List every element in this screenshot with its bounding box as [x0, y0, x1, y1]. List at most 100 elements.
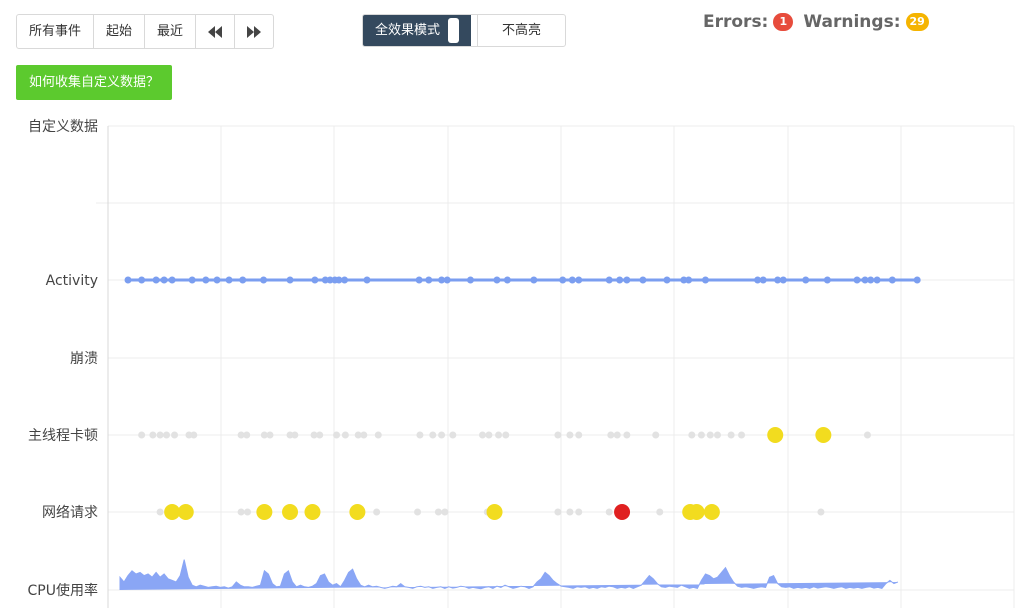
event-point: [706, 431, 714, 439]
event-point: [244, 508, 252, 516]
event-point: [138, 431, 146, 439]
activity-point: [605, 276, 613, 284]
activity-point: [802, 276, 810, 284]
event-point: [697, 431, 705, 439]
event-point: [727, 431, 735, 439]
activity-point: [311, 276, 319, 284]
activity-point: [152, 276, 160, 284]
event-point: [438, 431, 446, 439]
event-point: [502, 431, 510, 439]
warning-point: [688, 504, 705, 520]
event-point: [713, 431, 721, 439]
activity-point: [639, 276, 647, 284]
activity-point: [853, 276, 861, 284]
warning-point: [815, 427, 832, 443]
event-point: [566, 431, 574, 439]
activity-point: [663, 276, 671, 284]
activity-point: [616, 276, 624, 284]
cpu-usage-area: [119, 559, 899, 590]
event-point: [652, 431, 660, 439]
event-point: [434, 508, 442, 516]
warning-point: [304, 504, 321, 520]
activity-point: [823, 276, 831, 284]
event-point: [566, 508, 574, 516]
y-axis-label: Activity: [46, 273, 98, 289]
event-timeline-chart: 自定义数据 Activity 崩溃主线程卡顿网络请求 CPU使用率: [28, 119, 1015, 608]
activity-point: [759, 276, 767, 284]
event-point: [149, 431, 157, 439]
activity-point: [530, 276, 538, 284]
activity-point: [124, 276, 132, 284]
activity-point: [138, 276, 146, 284]
activity-point: [623, 276, 631, 284]
event-point: [373, 508, 381, 516]
activity-point: [888, 276, 896, 284]
event-point: [171, 431, 179, 439]
activity-point: [568, 276, 576, 284]
event-point: [441, 508, 449, 516]
activity-point: [202, 276, 210, 284]
y-axis-label: 崩溃: [70, 351, 98, 367]
event-point: [554, 431, 562, 439]
event-point: [495, 431, 503, 439]
event-point: [429, 431, 437, 439]
event-point: [607, 431, 615, 439]
activity-point: [559, 276, 567, 284]
activity-point: [873, 276, 881, 284]
activity-point: [867, 276, 875, 284]
event-point: [266, 431, 274, 439]
event-point: [360, 431, 368, 439]
activity-point: [286, 276, 294, 284]
activity-point: [443, 276, 451, 284]
warning-point: [767, 427, 784, 443]
event-point: [738, 431, 746, 439]
event-point: [190, 431, 198, 439]
activity-point: [466, 276, 474, 284]
warning-point: [177, 504, 194, 520]
warning-point: [282, 504, 299, 520]
activity-point: [779, 276, 787, 284]
activity-point: [425, 276, 433, 284]
event-point: [688, 431, 696, 439]
activity-point: [260, 276, 268, 284]
activity-point: [685, 276, 693, 284]
event-point: [575, 508, 583, 516]
activity-point: [239, 276, 247, 284]
activity-point: [363, 276, 371, 284]
event-point: [485, 431, 493, 439]
warning-point: [349, 504, 366, 520]
activity-point: [341, 276, 349, 284]
event-point: [333, 431, 341, 439]
event-point: [237, 508, 245, 516]
y-axis-label: 自定义数据: [28, 119, 98, 135]
event-point: [613, 431, 621, 439]
event-point: [291, 431, 299, 439]
event-point: [316, 431, 324, 439]
activity-point: [701, 276, 709, 284]
activity-point: [493, 276, 501, 284]
event-point: [243, 431, 251, 439]
warning-point: [486, 504, 503, 520]
event-point: [479, 431, 487, 439]
activity-point: [160, 276, 168, 284]
error-point: [614, 504, 631, 520]
event-point: [575, 431, 583, 439]
event-point: [416, 431, 424, 439]
event-point: [623, 431, 631, 439]
event-point: [414, 508, 422, 516]
activity-point: [415, 276, 423, 284]
warning-point: [164, 504, 181, 520]
y-axis-label: 主线程卡顿: [28, 428, 98, 444]
warning-point: [703, 504, 720, 520]
event-point: [449, 431, 457, 439]
event-point: [156, 431, 164, 439]
event-point: [554, 508, 562, 516]
warning-point: [256, 504, 273, 520]
event-point: [341, 431, 349, 439]
activity-point: [188, 276, 196, 284]
activity-point: [913, 276, 921, 284]
activity-point: [225, 276, 233, 284]
event-point: [817, 508, 825, 516]
activity-point: [575, 276, 583, 284]
event-point: [656, 508, 664, 516]
